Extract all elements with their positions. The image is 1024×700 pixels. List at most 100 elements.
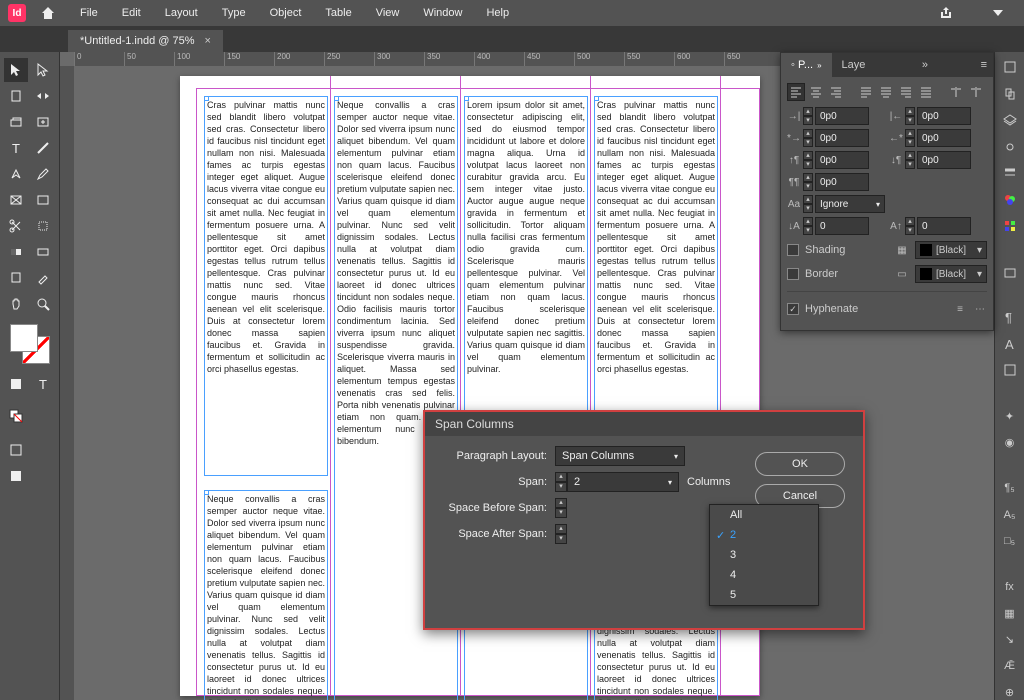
- panel-menu-icon[interactable]: ≡: [975, 59, 993, 71]
- workspace-switcher-icon[interactable]: [988, 3, 1008, 23]
- menu-object[interactable]: Object: [260, 3, 312, 23]
- stepper[interactable]: ▴▾: [905, 129, 915, 147]
- text-wrap-panel-icon[interactable]: [1000, 363, 1020, 377]
- align-left-button[interactable]: [787, 83, 805, 101]
- stepper[interactable]: ▴▾: [905, 107, 915, 125]
- character-styles-panel-icon[interactable]: A₅: [1000, 508, 1020, 522]
- default-fill-stroke-icon[interactable]: [4, 404, 28, 428]
- formatting-container-icon[interactable]: [4, 372, 28, 396]
- span-dropdown[interactable]: 2▾: [567, 472, 679, 492]
- align-to-grid-dropdown[interactable]: Ignore▾: [815, 195, 885, 213]
- shading-color-dropdown[interactable]: [Black]▾: [915, 241, 987, 259]
- swap-fill-stroke-icon[interactable]: [31, 404, 55, 428]
- stepper[interactable]: ▴▾: [803, 173, 813, 191]
- effects-panel-icon[interactable]: fx: [1000, 580, 1020, 594]
- span-option-3[interactable]: 3: [710, 545, 818, 565]
- pathfinder-panel-icon[interactable]: ◉: [1000, 435, 1020, 449]
- pages-panel-icon[interactable]: [1000, 86, 1020, 100]
- line-tool[interactable]: [31, 136, 55, 160]
- glyphs-panel-icon[interactable]: Ǣ: [1000, 659, 1020, 673]
- shading-checkbox[interactable]: [787, 244, 799, 256]
- color-panel-icon[interactable]: [1000, 192, 1020, 206]
- type-tool[interactable]: T: [4, 136, 28, 160]
- space-after-field[interactable]: [917, 151, 971, 169]
- menu-type[interactable]: Type: [212, 3, 256, 23]
- menu-edit[interactable]: Edit: [112, 3, 151, 23]
- align-away-spine-button[interactable]: [967, 83, 985, 101]
- formatting-text-icon[interactable]: T: [31, 372, 55, 396]
- menu-help[interactable]: Help: [476, 3, 519, 23]
- rectangle-tool[interactable]: [31, 188, 55, 212]
- stroke-panel-icon[interactable]: [1000, 166, 1020, 180]
- dropcap-lines-field[interactable]: [815, 217, 869, 235]
- gradient-feather-tool[interactable]: [31, 240, 55, 264]
- stepper[interactable]: ▴▾: [803, 107, 813, 125]
- stepper[interactable]: ▴▾: [803, 151, 813, 169]
- span-stepper[interactable]: ▴▾: [555, 472, 567, 492]
- align-panel-icon[interactable]: ✦: [1000, 409, 1020, 423]
- view-mode-normal-icon[interactable]: [4, 438, 28, 462]
- menu-layout[interactable]: Layout: [155, 3, 208, 23]
- document-tab[interactable]: *Untitled-1.indd @ 75% ×: [68, 30, 223, 52]
- menu-table[interactable]: Table: [315, 3, 361, 23]
- page-tool[interactable]: [4, 84, 28, 108]
- align-right-button[interactable]: [827, 83, 845, 101]
- gradient-swatch-tool[interactable]: [4, 240, 28, 264]
- panel-collapse-icon[interactable]: »: [916, 59, 934, 71]
- close-icon[interactable]: ×: [205, 35, 211, 47]
- list-icon[interactable]: ≡: [953, 300, 967, 318]
- stepper[interactable]: ▴▾: [803, 129, 813, 147]
- links-panel-icon[interactable]: [1000, 139, 1020, 153]
- text-frame[interactable]: Cras pulvinar mattis nunc sed blandit li…: [204, 96, 328, 476]
- pen-tool[interactable]: [4, 162, 28, 186]
- left-indent-field[interactable]: [815, 107, 869, 125]
- eyedropper-tool[interactable]: [31, 266, 55, 290]
- align-center-button[interactable]: [807, 83, 825, 101]
- free-transform-tool[interactable]: [31, 214, 55, 238]
- dropcap-chars-field[interactable]: [917, 217, 971, 235]
- story-panel-icon[interactable]: ↘: [1000, 633, 1020, 647]
- tab-paragraph[interactable]: ◦ P...»: [781, 53, 832, 77]
- right-indent-field[interactable]: [917, 107, 971, 125]
- last-line-indent-field[interactable]: [917, 129, 971, 147]
- ok-button[interactable]: OK: [755, 452, 845, 476]
- justify-all-button[interactable]: [917, 83, 935, 101]
- share-icon[interactable]: [936, 3, 956, 23]
- swatches-panel-icon[interactable]: [1000, 219, 1020, 233]
- hand-tool[interactable]: [4, 292, 28, 316]
- text-frame[interactable]: Neque convallis a cras semper auctor neq…: [204, 490, 328, 700]
- content-placer-tool[interactable]: [31, 110, 55, 134]
- justify-center-button[interactable]: [877, 83, 895, 101]
- stepper[interactable]: ▴▾: [905, 151, 915, 169]
- scissors-tool[interactable]: [4, 214, 28, 238]
- pencil-tool[interactable]: [31, 162, 55, 186]
- menu-window[interactable]: Window: [413, 3, 472, 23]
- gap-tool[interactable]: [31, 84, 55, 108]
- hyperlinks-panel-icon[interactable]: ⊕: [1000, 686, 1020, 700]
- align-toward-spine-button[interactable]: [947, 83, 965, 101]
- content-collector-tool[interactable]: [4, 110, 28, 134]
- span-option-4[interactable]: 4: [710, 565, 818, 585]
- border-color-dropdown[interactable]: [Black]▾: [915, 265, 987, 283]
- space-between-field[interactable]: [815, 173, 869, 191]
- menu-file[interactable]: File: [70, 3, 108, 23]
- note-tool[interactable]: [4, 266, 28, 290]
- home-icon[interactable]: [38, 3, 58, 23]
- tab-layers[interactable]: Laye: [832, 53, 876, 77]
- space-before-field[interactable]: [815, 151, 869, 169]
- selection-tool[interactable]: [4, 58, 28, 82]
- stepper[interactable]: ▴▾: [803, 217, 813, 235]
- layers-panel-icon[interactable]: [1000, 113, 1020, 127]
- space-before-stepper[interactable]: ▴▾: [555, 498, 567, 518]
- paragraph-styles-panel-icon[interactable]: ¶₅: [1000, 481, 1020, 495]
- stepper[interactable]: ▴▾: [905, 217, 915, 235]
- fill-stroke-swatch[interactable]: [10, 324, 50, 364]
- rectangle-frame-tool[interactable]: [4, 188, 28, 212]
- justify-left-button[interactable]: [857, 83, 875, 101]
- menu-view[interactable]: View: [366, 3, 410, 23]
- justify-right-button[interactable]: [897, 83, 915, 101]
- view-mode-preview-icon[interactable]: [4, 464, 28, 488]
- paragraph-layout-dropdown[interactable]: Span Columns▾: [555, 446, 685, 466]
- border-checkbox[interactable]: [787, 268, 799, 280]
- options-icon[interactable]: ⋯: [973, 300, 987, 318]
